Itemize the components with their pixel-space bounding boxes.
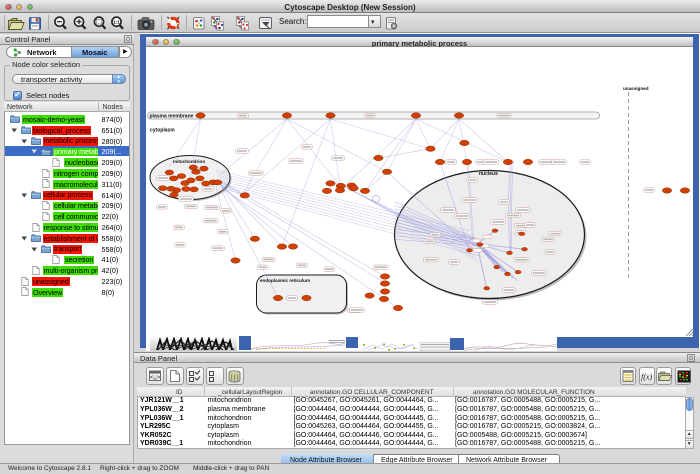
- svg-text:plasma membrane: plasma membrane: [150, 114, 194, 120]
- svg-text:nucleus: nucleus: [479, 171, 498, 177]
- svg-text:endoplasmic reticulum: endoplasmic reticulum: [260, 278, 310, 283]
- svg-text:mitochondrion: mitochondrion: [173, 159, 205, 164]
- svg-text:1:1: 1:1: [113, 20, 120, 25]
- svg-text:cytoplasm: cytoplasm: [150, 128, 175, 134]
- svg-text:unassigned: unassigned: [623, 86, 649, 91]
- svg-text:f(x): f(x): [641, 372, 652, 381]
